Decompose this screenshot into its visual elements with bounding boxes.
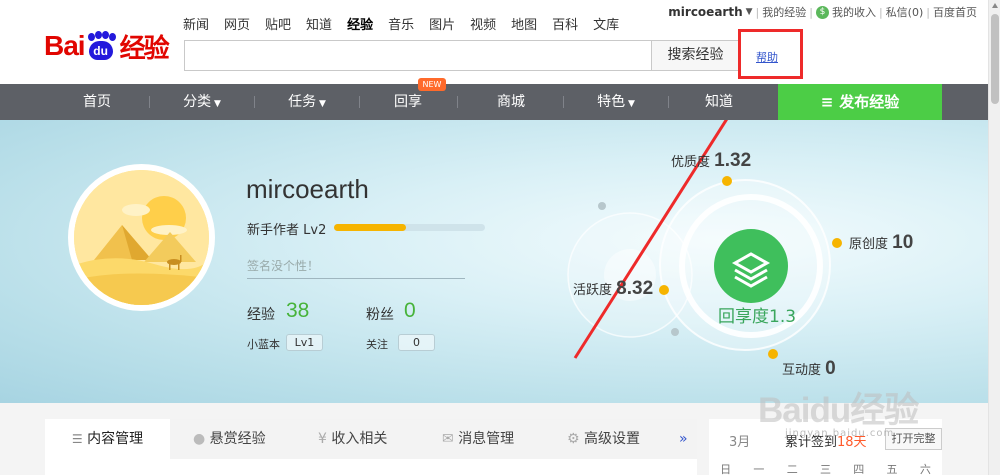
blue-book-label: 小蓝本 <box>247 338 280 351</box>
top-nav-link[interactable]: 知道 <box>306 14 332 33</box>
dollar-icon: $ <box>815 5 829 19</box>
chevron-down-icon: ▼ <box>625 99 635 109</box>
search-input[interactable] <box>184 40 652 71</box>
baidu-watermark: Baidu经验 <box>758 391 919 430</box>
yen-icon: ¥ <box>318 431 327 447</box>
user-links: mircoearth ▼ | 我的经验 | $ 我的收入 | 私信(0) | 百… <box>668 4 977 20</box>
follow-count[interactable]: 0 <box>398 334 435 351</box>
level-progress-bar <box>334 224 485 231</box>
activity-score: 活跃度 8.32 <box>573 278 654 299</box>
fans-count[interactable]: 0 <box>404 299 416 323</box>
signature-field[interactable]: 签名没个性！ <box>247 257 465 279</box>
site-header: Bai du 经验 新闻 网页 贴吧 知道 经验 音乐 图片 视频 地图 百科 … <box>0 0 988 84</box>
vertical-scrollbar[interactable] <box>988 0 1000 475</box>
gear-icon: ⚙ <box>567 431 580 447</box>
my-income-link[interactable]: 我的收入 <box>832 4 876 20</box>
nav-category[interactable]: 分类 ▼ <box>150 84 254 120</box>
profile-banner: mircoearth 新手作者 Lv2 签名没个性！ 经验 38 粉丝 0 小蓝… <box>0 120 988 403</box>
nav-mall[interactable]: 商城 <box>458 84 564 120</box>
publish-experience-button[interactable]: ≡ 发布经验 <box>778 84 942 120</box>
top-nav-link[interactable]: 视频 <box>470 14 496 33</box>
top-nav-link[interactable]: 网页 <box>224 14 250 33</box>
tab-content-management[interactable]: ☰ 内容管理 <box>45 419 170 459</box>
share-score: 回享度1.3 <box>718 307 797 327</box>
pen-icon: ≡ <box>820 93 834 111</box>
top-nav-link[interactable]: 图片 <box>429 14 455 33</box>
scroll-thumb[interactable] <box>991 14 999 104</box>
logo-bai-text: Bai <box>44 30 86 61</box>
content-tabs: ☰ 内容管理 ● 悬赏经验 ¥ 收入相关 ✉ 消息管理 ⚙ 高级设置 » <box>45 419 697 475</box>
top-nav-link[interactable]: 新闻 <box>183 14 209 33</box>
profile-username: mircoearth <box>246 174 369 204</box>
top-nav-link[interactable]: 百科 <box>552 14 578 33</box>
messages-link[interactable]: 私信(0) <box>886 4 924 20</box>
tab-bounty[interactable]: ● 悬赏经验 <box>193 419 266 459</box>
logo-jingyan-text: 经验 <box>119 33 170 64</box>
top-nav-link-active[interactable]: 经验 <box>347 14 373 33</box>
list-icon: ☰ <box>71 432 83 446</box>
originality-score: 原创度 10 <box>849 232 914 253</box>
chevron-down-icon: ▼ <box>316 99 326 109</box>
interaction-score: 互动度 0 <box>782 358 836 379</box>
username-menu[interactable]: mircoearth <box>668 5 742 19</box>
nav-home[interactable]: 首页 <box>45 84 149 120</box>
chevron-down-icon[interactable]: ▼ <box>746 7 753 17</box>
avatar-image <box>74 170 209 305</box>
new-badge: NEW <box>418 78 446 91</box>
logo-du-text: du <box>88 41 113 60</box>
experience-label: 经验 <box>247 307 275 323</box>
tab-advanced-settings[interactable]: ⚙ 高级设置 <box>567 419 640 459</box>
more-tabs-icon[interactable]: » <box>679 419 688 459</box>
top-nav-link[interactable]: 文库 <box>593 14 619 33</box>
nav-task[interactable]: 任务 ▼ <box>255 84 359 120</box>
scroll-up-icon[interactable] <box>992 3 998 8</box>
quality-score: 优质度 1.32 <box>671 150 752 171</box>
baidu-jingyan-logo[interactable]: Bai du 经验 <box>44 26 170 66</box>
top-nav-link[interactable]: 地图 <box>511 14 537 33</box>
annotation-highlight-box <box>738 29 803 79</box>
tab-income[interactable]: ¥ 收入相关 <box>318 419 387 459</box>
top-nav-link[interactable]: 音乐 <box>388 14 414 33</box>
top-nav-link[interactable]: 贴吧 <box>265 14 291 33</box>
blue-book-level[interactable]: Lv1 <box>286 334 323 351</box>
author-level: 新手作者 Lv2 <box>247 223 327 238</box>
experience-count[interactable]: 38 <box>286 299 309 323</box>
calendar-month: 3月 <box>729 435 751 450</box>
my-experience-link[interactable]: 我的经验 <box>762 4 806 20</box>
originality-dot <box>832 238 842 248</box>
follow-label: 关注 <box>366 338 388 351</box>
nav-featured[interactable]: 特色 ▼ <box>564 84 668 120</box>
tab-messages[interactable]: ✉ 消息管理 <box>442 419 514 459</box>
interaction-dot <box>768 349 778 359</box>
activity-dot <box>659 285 669 295</box>
quality-dot <box>722 176 732 186</box>
fans-label: 粉丝 <box>366 307 394 323</box>
chevron-down-icon: ▼ <box>211 99 221 109</box>
level-progress-fill <box>334 224 407 231</box>
calendar-weekdays: 日 一 二 三 四 五 六 <box>720 463 931 475</box>
mail-icon: ✉ <box>442 431 454 447</box>
avatar[interactable] <box>68 164 215 311</box>
nav-zhidao[interactable]: 知道 <box>669 84 769 120</box>
paw-icon: du <box>86 31 116 61</box>
search-button[interactable]: 搜索经验 <box>651 40 740 71</box>
top-nav: 新闻 网页 贴吧 知道 经验 音乐 图片 视频 地图 百科 文库 <box>183 14 619 33</box>
baidu-home-link[interactable]: 百度首页 <box>933 4 977 20</box>
watermark-url: jingyan.baidu.com <box>785 428 895 439</box>
bounty-icon: ● <box>193 431 206 447</box>
